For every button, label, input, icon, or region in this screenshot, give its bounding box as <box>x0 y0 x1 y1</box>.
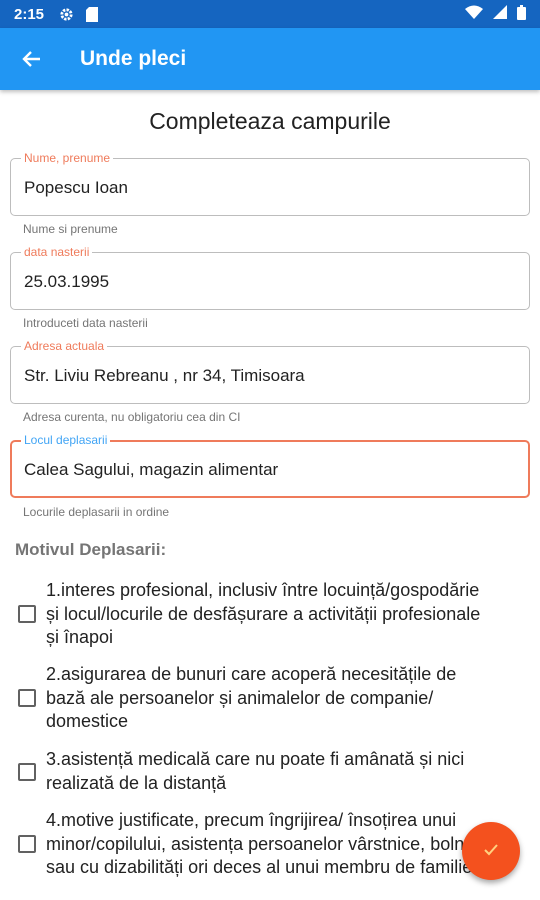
destination-field[interactable]: Locul deplasarii Calea Sagului, magazin … <box>10 433 530 498</box>
back-button[interactable] <box>0 28 64 90</box>
sd-card-icon <box>84 6 100 22</box>
reason-checkbox-4[interactable] <box>18 835 36 854</box>
battery-icon <box>517 4 526 24</box>
reason-text-4: 4.motive justificate, precum îngrijirea/… <box>46 810 494 877</box>
address-field-value: Str. Liviu Rebreanu , nr 34, Timisoara <box>24 366 305 385</box>
reason-text-2: 2.asigurarea de bunuri care acoperă nece… <box>46 664 457 731</box>
reason-text-3: 3.asistență medicală care nu poate fi am… <box>46 749 465 793</box>
reason-option-2[interactable]: 2.asigurarea de bunuri care acoperă nece… <box>18 663 540 734</box>
address-field[interactable]: Adresa actuala Str. Liviu Rebreanu , nr … <box>10 339 530 404</box>
check-icon <box>484 843 498 859</box>
status-time: 2:15 <box>14 5 45 23</box>
name-field-label: Nume, prenume <box>21 151 114 165</box>
birthdate-field[interactable]: data nasterii 25.03.1995 <box>10 245 530 310</box>
reason-option-1[interactable]: 1.interes profesional, inclusiv între lo… <box>18 579 540 650</box>
form-heading: Completeaza campurile <box>149 108 391 134</box>
gear-icon <box>58 6 74 22</box>
app-bar: Unde pleci <box>0 28 540 90</box>
address-field-helper: Adresa curenta, nu obligatoriu cea din C… <box>23 410 241 424</box>
wifi-icon <box>465 5 483 23</box>
name-field-helper: Nume si prenume <box>23 222 118 236</box>
name-field-value: Popescu Ioan <box>24 178 128 197</box>
arrow-left-icon <box>22 51 40 67</box>
status-bar: 2:15 <box>0 0 540 28</box>
app-bar-title: Unde pleci <box>80 47 187 70</box>
birthdate-field-helper: Introduceti data nasterii <box>23 316 148 330</box>
name-field[interactable]: Nume, prenume Popescu Ioan <box>10 151 530 216</box>
birthdate-field-value: 25.03.1995 <box>24 272 110 291</box>
address-field-label: Adresa actuala <box>21 339 108 353</box>
reason-option-3[interactable]: 3.asistență medicală care nu poate fi am… <box>18 748 540 795</box>
destination-field-value: Calea Sagului, magazin alimentar <box>24 460 279 479</box>
reason-checkbox-2[interactable] <box>18 689 36 708</box>
destination-field-helper: Locurile deplasarii in ordine <box>23 505 170 519</box>
section-title: Motivul Deplasarii: <box>15 540 167 559</box>
reason-checkbox-1[interactable] <box>18 605 36 624</box>
reason-checkbox-3[interactable] <box>18 762 36 781</box>
reason-text-1: 1.interes profesional, inclusiv între lo… <box>46 580 481 647</box>
signal-icon <box>493 5 507 23</box>
destination-field-label: Locul deplasarii <box>21 433 111 447</box>
birthdate-field-label: data nasterii <box>21 245 93 259</box>
submit-fab[interactable] <box>462 822 520 880</box>
